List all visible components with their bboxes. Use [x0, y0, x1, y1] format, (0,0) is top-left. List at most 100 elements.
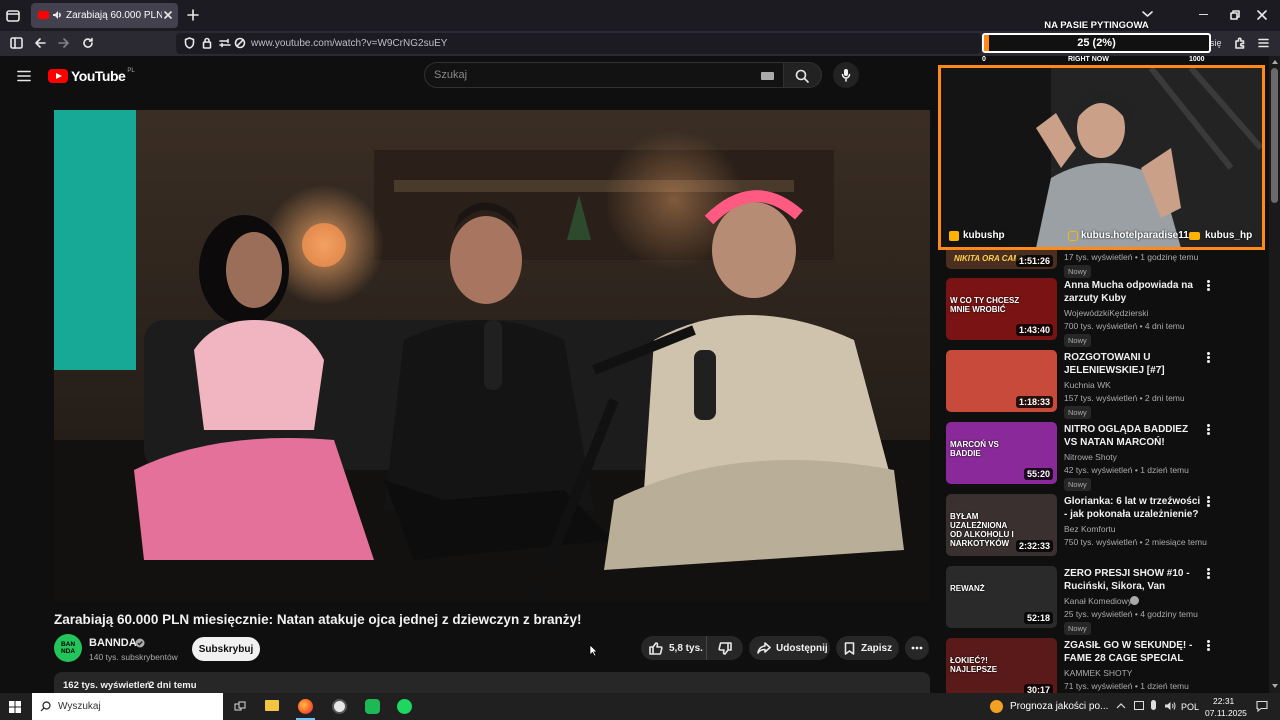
related-video-channel[interactable]: Kanał Komediowy [1064, 596, 1132, 606]
goal-value: 25 (2%) [1077, 37, 1116, 49]
related-video-thumbnail[interactable]: W CO TY CHCESZ MNIE WROBIĆ 1:43:40 [946, 278, 1057, 340]
save-button[interactable]: Zapisz [836, 636, 899, 660]
related-video-title[interactable]: Anna Mucha odpowiada na zarzuty Kuby Woj… [1064, 279, 1202, 305]
browser-tab-active[interactable]: Zarabiają 60.000 PLN miesi [31, 3, 178, 28]
thumbs-down-icon [718, 641, 732, 655]
related-video-channel[interactable]: Nitrowe Shoty [1064, 452, 1117, 462]
audio-playing-icon[interactable] [52, 10, 62, 20]
volume-icon[interactable] [1164, 701, 1176, 711]
related-video-item[interactable]: ŁOKIEĆ?! NAJLEPSZE 30:17 ZGASIŁ GO W SEKUN… [940, 638, 1269, 693]
related-video-title[interactable]: Glorianka: 6 lat w trzeźwości - jak poko… [1064, 495, 1202, 521]
scrollbar-thumb[interactable] [1271, 68, 1278, 203]
related-video-item[interactable]: REWANŻ 52:18 ZERO PRESJI SHOW #10 - Rucińs… [940, 566, 1269, 635]
related-video-thumbnail[interactable]: NIKITA ORA CAME 1:51:26 [946, 250, 1057, 269]
keyboard-icon[interactable] [761, 72, 774, 80]
more-vertical-icon[interactable] [1207, 639, 1211, 653]
like-count: 5,8 tys. [669, 642, 703, 654]
microphone-tray-icon[interactable] [1151, 700, 1156, 710]
video-player[interactable] [54, 110, 930, 602]
spotify-icon[interactable] [397, 699, 412, 714]
url-text[interactable]: www.youtube.com/watch?v=W9CrNG2suEY [251, 38, 447, 49]
search-button[interactable] [784, 62, 822, 88]
related-video-thumbnail[interactable]: MARCOŃ VS BADDIE 55:20 [946, 422, 1057, 484]
related-video-meta: 157 tys. wyświetleń • 2 dni temu [1064, 393, 1185, 403]
related-video-thumbnail[interactable]: REWANŻ 52:18 [946, 566, 1057, 628]
youtube-logo[interactable]: YouTube PL [48, 67, 135, 85]
task-view-icon[interactable] [234, 701, 246, 713]
restore-window-icon[interactable] [1230, 10, 1240, 20]
more-vertical-icon[interactable] [1207, 279, 1211, 293]
subscribe-button[interactable]: Subskrybuj [192, 637, 260, 661]
related-video-title[interactable]: ZERO PRESJI SHOW #10 - Ruciński, Sikora,… [1064, 567, 1202, 593]
hamburger-menu-icon[interactable] [17, 70, 31, 82]
close-window-icon[interactable] [1257, 10, 1267, 20]
notifications-icon[interactable] [1256, 700, 1268, 712]
more-vertical-icon[interactable] [1207, 495, 1211, 509]
shield-icon[interactable] [184, 37, 195, 49]
related-video-thumbnail[interactable]: BYŁAM UZALEŻNIONA OD ALKOHOLU I NARKOTYK… [946, 494, 1057, 556]
app-icon-obs[interactable] [332, 699, 347, 714]
weather-icon[interactable] [990, 700, 1003, 713]
file-explorer-icon[interactable] [265, 700, 279, 711]
url-bar[interactable]: www.youtube.com/watch?v=W9CrNG2suEY [176, 33, 981, 54]
tab-list-icon[interactable] [6, 9, 20, 22]
related-video-item[interactable]: 1:18:33 ROZGOTOWANI U JELENIEWSKIEJ [#7] K… [940, 350, 1269, 419]
share-button[interactable]: Udostępnij [749, 636, 830, 660]
related-video-channel[interactable]: KAMMEK SHOTY [1064, 668, 1132, 678]
channel-name[interactable]: BANNDA [89, 637, 137, 649]
more-vertical-icon[interactable] [1207, 423, 1211, 437]
channel-avatar[interactable]: BAN NDA [54, 634, 82, 662]
input-language[interactable]: POL [1181, 702, 1199, 712]
network-icon[interactable] [1134, 701, 1144, 710]
related-video-title[interactable]: NITRO OGLĄDA BADDIEZ VS NATAN MARCOŃ! *M… [1064, 423, 1202, 449]
sidebar-toggle-icon[interactable] [10, 37, 23, 49]
save-label: Zapisz [861, 642, 893, 654]
search-input[interactable]: Szukaj [424, 62, 784, 88]
thumbnail-caption: BYŁAM UZALEŻNIONA OD ALKOHOLU I NARKOTYK… [950, 512, 1014, 548]
voice-search-button[interactable] [833, 62, 859, 88]
reload-icon[interactable] [82, 37, 94, 49]
new-badge: Nowy [1064, 478, 1091, 491]
new-badge: Nowy [1064, 406, 1091, 419]
clock-time[interactable]: 22:31 [1213, 696, 1234, 706]
forward-icon[interactable] [58, 37, 70, 49]
weather-text[interactable]: Prognoza jakości po... [1010, 701, 1108, 712]
like-button[interactable]: 5,8 tys. [641, 636, 707, 660]
related-video-thumbnail[interactable]: ŁOKIEĆ?! NAJLEPSZE 30:17 [946, 638, 1057, 693]
minimize-window-icon[interactable] [1199, 14, 1208, 15]
app-menu-icon[interactable] [1258, 38, 1269, 48]
extensions-icon[interactable] [1234, 37, 1246, 49]
back-icon[interactable] [34, 37, 46, 49]
related-video-channel[interactable]: WojewódzkiKędzierski [1064, 308, 1148, 318]
clock-date[interactable]: 07.11.2025 [1205, 708, 1247, 718]
scroll-down-arrow-icon[interactable] [1272, 684, 1278, 688]
tray-chevron-up-icon[interactable] [1116, 702, 1126, 709]
more-actions-button[interactable] [905, 636, 929, 660]
tab-overflow-chevron-icon[interactable] [1142, 10, 1153, 18]
goal-mid-label: RIGHT NOW [1068, 56, 1109, 63]
related-video-title[interactable]: ZGASIŁ GO W SEKUNDĘ! - FAME 28 CAGE SPEC… [1064, 639, 1202, 665]
related-video-item[interactable]: MARCOŃ VS BADDIE 55:20 NITRO OGLĄDA BADDIE… [940, 422, 1269, 491]
dislike-button[interactable] [707, 636, 743, 660]
start-button-icon[interactable] [9, 701, 21, 713]
related-video-item[interactable]: BYŁAM UZALEŻNIONA OD ALKOHOLU I NARKOTYK… [940, 494, 1269, 560]
related-video-channel[interactable]: Bez Komfortu [1064, 524, 1116, 534]
close-tab-icon[interactable] [163, 10, 173, 20]
related-video-thumbnail[interactable]: 1:18:33 [946, 350, 1057, 412]
description-box[interactable]: 162 tys. wyświetleń 2 dni temu [54, 672, 930, 693]
app-icon-green[interactable] [365, 699, 380, 714]
related-video-item[interactable]: W CO TY CHCESZ MNIE WROBIĆ 1:43:40 Anna Mu… [940, 278, 1269, 347]
autoplay-blocked-icon[interactable] [234, 37, 246, 49]
permissions-icon[interactable] [219, 38, 231, 48]
lock-icon[interactable] [202, 37, 212, 49]
scroll-up-arrow-icon[interactable] [1272, 60, 1278, 64]
more-vertical-icon[interactable] [1207, 567, 1211, 581]
thumbnail-caption: ŁOKIEĆ?! NAJLEPSZE [950, 656, 998, 674]
taskbar-search-box[interactable]: Wyszukaj [32, 693, 223, 720]
more-vertical-icon[interactable] [1207, 351, 1211, 365]
related-video-channel[interactable]: Kuchnia WK [1064, 380, 1111, 390]
firefox-icon[interactable] [298, 699, 313, 714]
related-video-title[interactable]: ROZGOTOWANI U JELENIEWSKIEJ [#7] [1064, 351, 1202, 377]
new-tab-icon[interactable] [187, 9, 199, 21]
page-scrollbar[interactable] [1269, 56, 1280, 693]
